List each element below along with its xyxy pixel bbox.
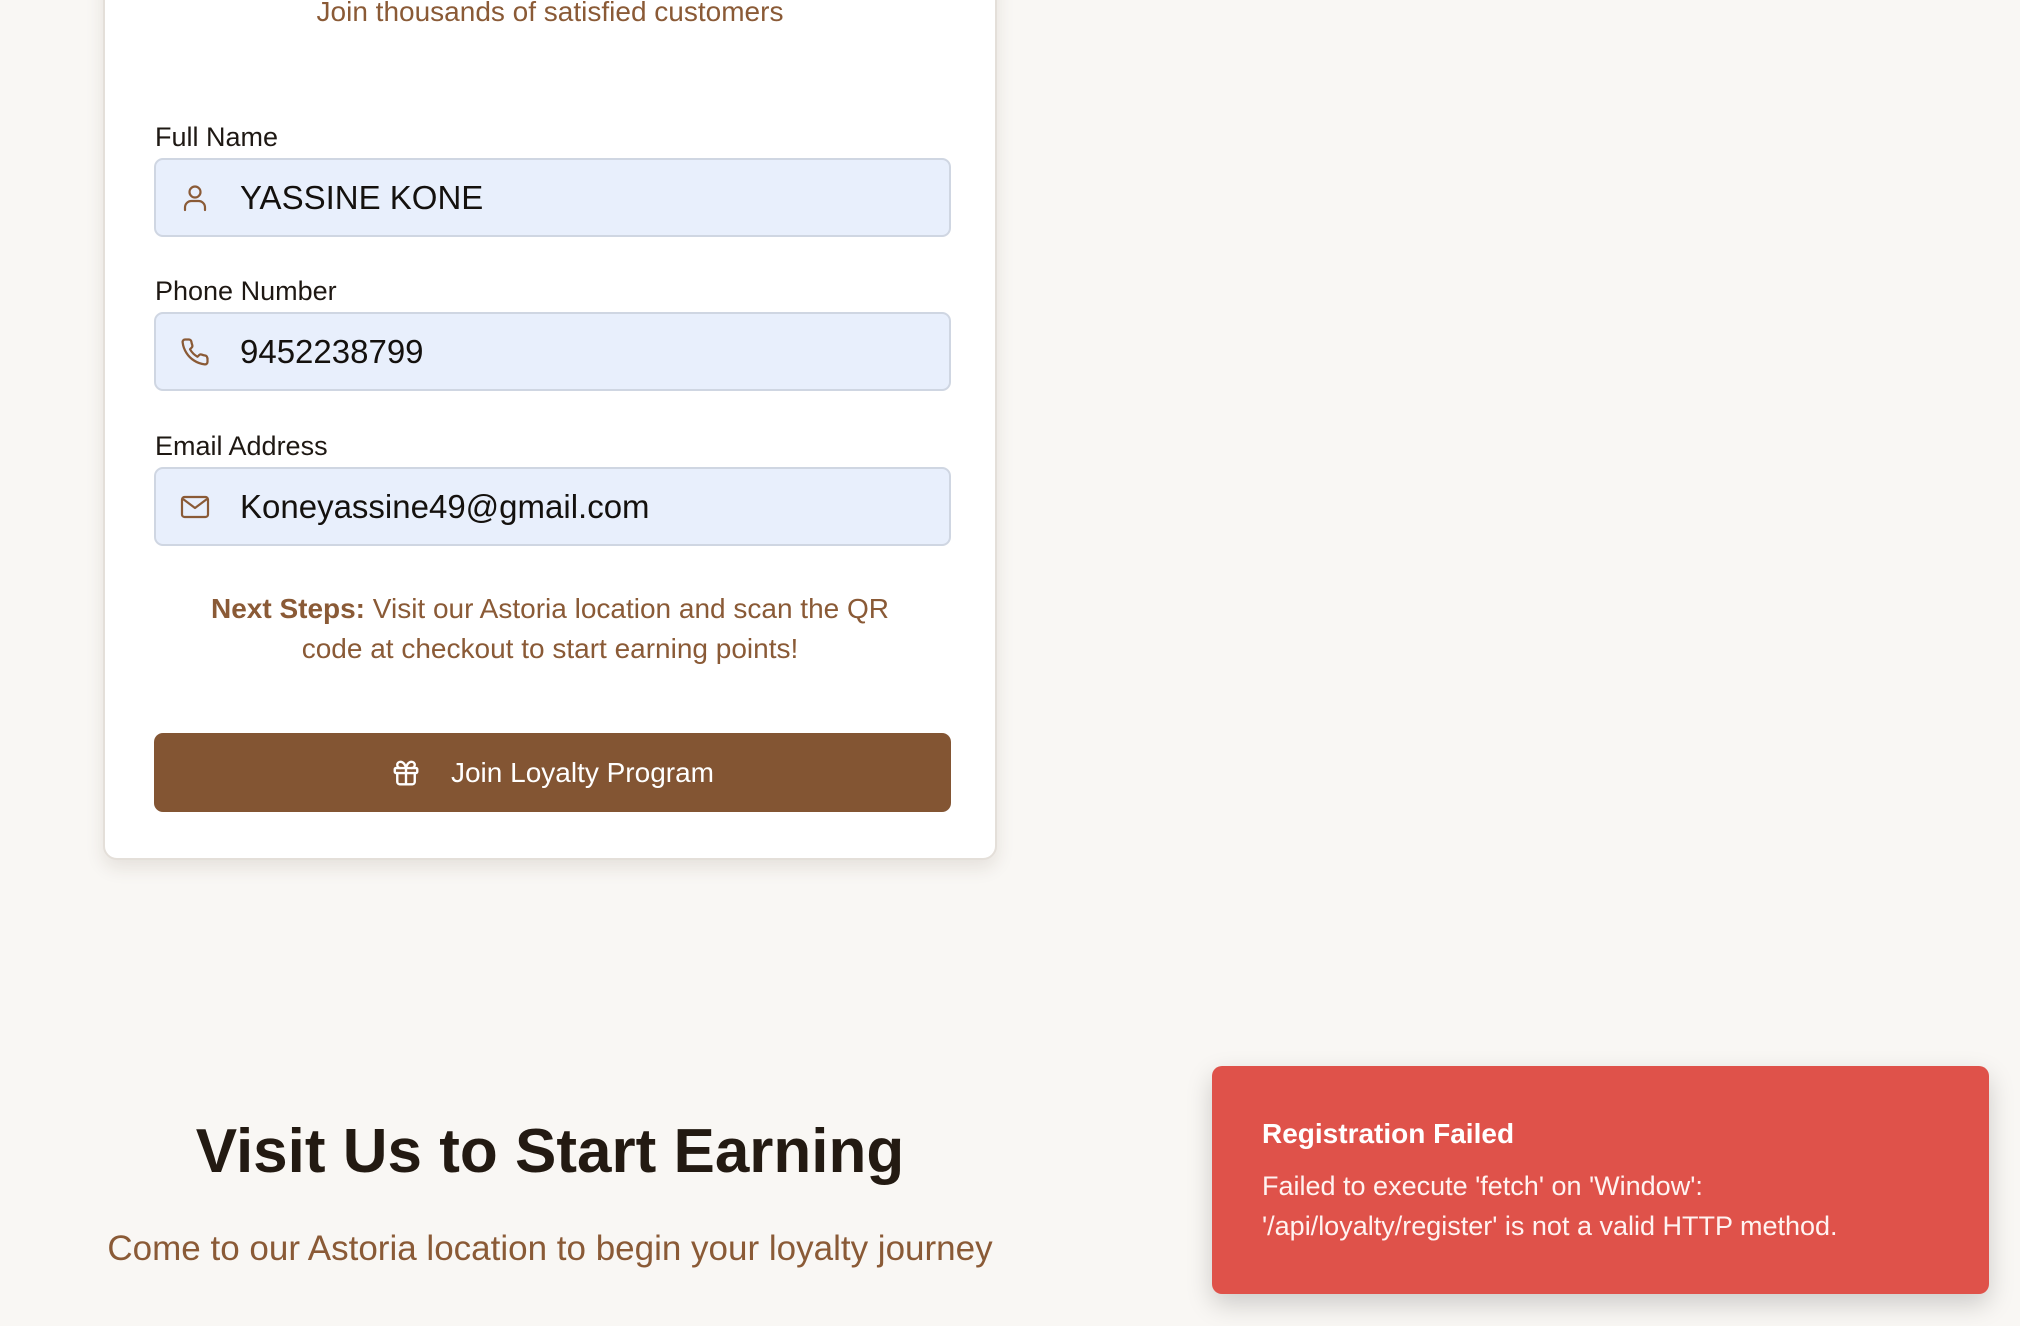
visit-title: Visit Us to Start Earning [195, 1117, 905, 1186]
join-loyalty-label: Join Loyalty Program [450, 756, 714, 788]
email-value: Koneyassine49@gmail.com [240, 487, 650, 525]
email-field[interactable]: Koneyassine49@gmail.com [154, 467, 951, 546]
next-steps-note: Next Steps: Visit our Astoria location a… [205, 589, 895, 669]
phone-value: 9452238799 [240, 332, 424, 370]
loyalty-signup-card: Join thousands of satisfied customers Fu… [103, 0, 997, 860]
user-icon [178, 181, 212, 215]
full-name-label: Full Name [155, 122, 279, 152]
toast-message: Failed to execute 'fetch' on 'Window': '… [1262, 1171, 1838, 1241]
phone-label: Phone Number [155, 276, 337, 306]
phone-icon [178, 335, 212, 369]
gift-icon [391, 758, 421, 788]
error-toast[interactable]: Registration Failed Failed to execute 'f… [1212, 1066, 1989, 1294]
toast-title: Registration Failed [1262, 1118, 1515, 1149]
visit-subtitle: Come to our Astoria location to begin yo… [107, 1229, 993, 1268]
mail-icon [178, 490, 212, 524]
next-steps-prefix: Next Steps: [210, 593, 366, 624]
page: Join thousands of satisfied customers Fu… [0, 0, 2020, 1326]
join-loyalty-button[interactable]: Join Loyalty Program [154, 733, 951, 812]
full-name-value: YASSINE KONE [240, 178, 484, 216]
phone-field[interactable]: 9452238799 [154, 312, 951, 391]
next-steps-text: Visit our Astoria location and scan the … [301, 593, 890, 664]
email-label: Email Address [155, 431, 328, 461]
card-subtitle: Join thousands of satisfied customers [316, 0, 784, 27]
full-name-field[interactable]: YASSINE KONE [154, 158, 951, 237]
